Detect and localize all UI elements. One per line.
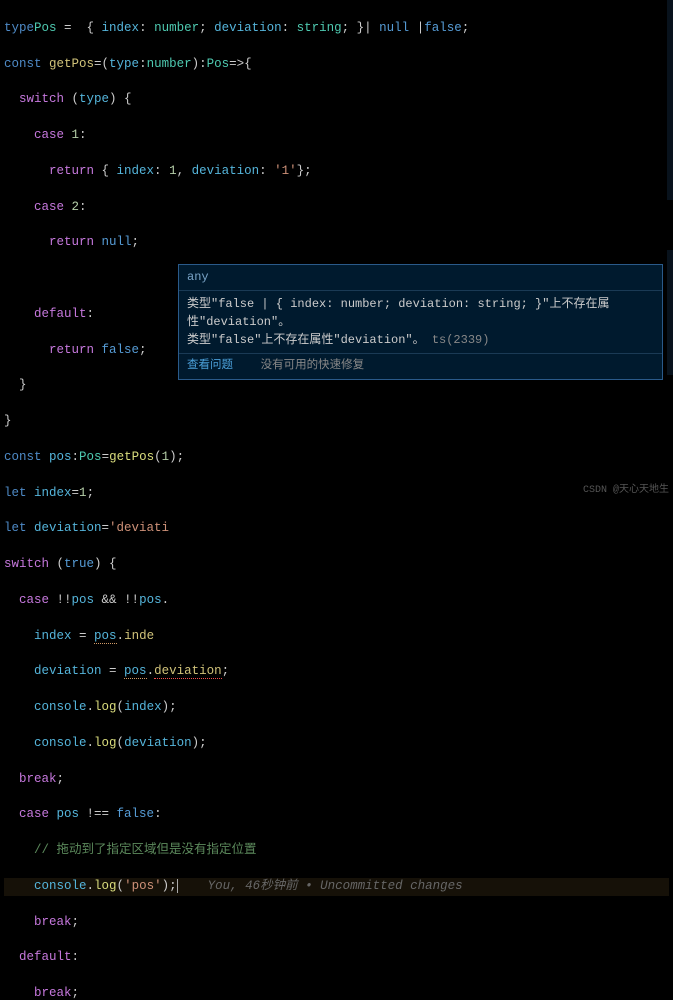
hover-actions: 查看问题 没有可用的快速修复: [179, 353, 662, 378]
code-line[interactable]: deviation = pos.deviation;: [4, 663, 669, 681]
code-line[interactable]: }: [4, 413, 669, 431]
code-line[interactable]: index = pos.inde: [4, 628, 669, 646]
code-line[interactable]: case 1:: [4, 127, 669, 145]
code-line[interactable]: let deviation='deviati: [4, 520, 669, 538]
code-line[interactable]: return { index: 1, deviation: '1'};: [4, 163, 669, 181]
code-line-active[interactable]: console.log('pos'); You, 46秒钟前 • Uncommi…: [4, 878, 669, 896]
code-line[interactable]: console.log(index);: [4, 699, 669, 717]
code-line[interactable]: return null;: [4, 234, 669, 252]
code-line[interactable]: break;: [4, 914, 669, 932]
code-line[interactable]: case pos !== false:: [4, 806, 669, 824]
watermark: CSDN @天心天地生: [583, 484, 669, 498]
code-line[interactable]: default:: [4, 949, 669, 967]
code-line[interactable]: typePos = { index: number; deviation: st…: [4, 20, 669, 38]
view-problem-link[interactable]: 查看问题: [187, 359, 233, 372]
code-line[interactable]: switch (true) {: [4, 556, 669, 574]
code-line[interactable]: switch (type) {: [4, 91, 669, 109]
code-line[interactable]: case 2:: [4, 199, 669, 217]
minimap[interactable]: [667, 0, 673, 500]
hover-tooltip[interactable]: any 类型"false | { index: number; deviatio…: [178, 264, 663, 380]
no-fix-text: 没有可用的快速修复: [261, 359, 365, 372]
code-line[interactable]: console.log(deviation);: [4, 735, 669, 753]
code-editor[interactable]: typePos = { index: number; deviation: st…: [0, 0, 673, 1000]
hover-message: 类型"false | { index: number; deviation: s…: [179, 290, 662, 353]
hover-type: any: [179, 265, 662, 290]
code-line[interactable]: break;: [4, 985, 669, 1000]
code-line[interactable]: break;: [4, 771, 669, 789]
code-line[interactable]: case !!pos && !!pos.: [4, 592, 669, 610]
code-line[interactable]: const getPos=(type:number):Pos=>{: [4, 56, 669, 74]
code-line[interactable]: }: [4, 377, 669, 395]
code-line[interactable]: // 拖动到了指定区域但是没有指定位置: [4, 842, 669, 860]
git-blame-annotation: You, 46秒钟前 • Uncommitted changes: [178, 879, 463, 893]
code-line[interactable]: const pos:Pos=getPos(1);: [4, 449, 669, 467]
